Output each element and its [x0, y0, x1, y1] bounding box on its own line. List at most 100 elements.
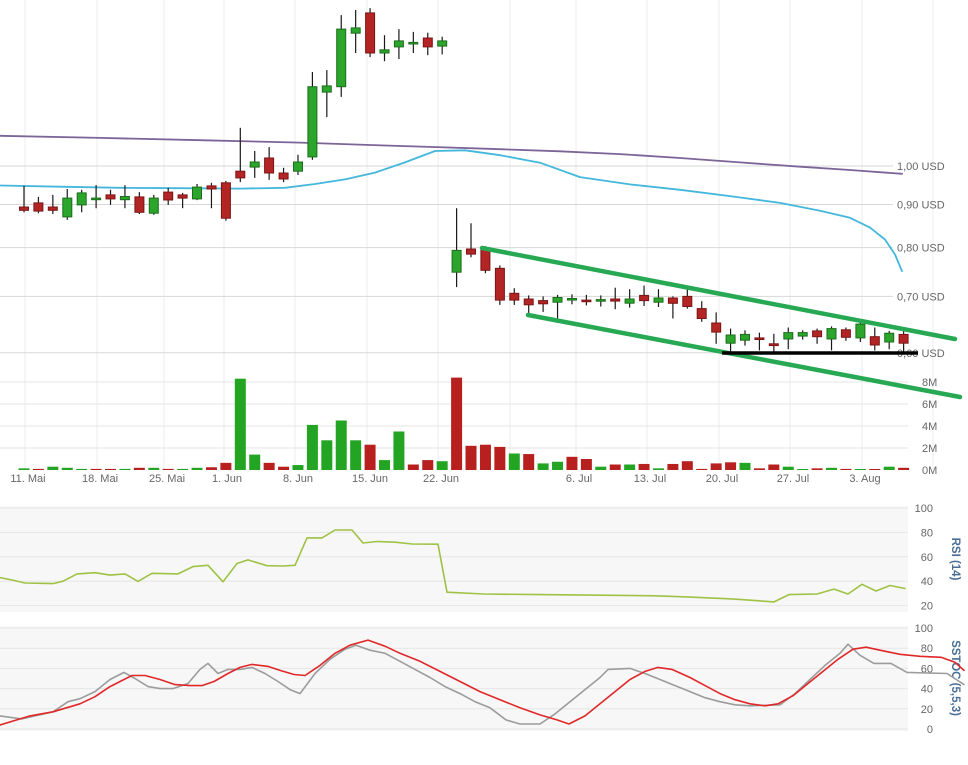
volume-bar[interactable]: [840, 469, 851, 470]
volume-bar[interactable]: [797, 469, 808, 470]
candle[interactable]: [366, 8, 375, 57]
candle-body: [250, 162, 259, 167]
volume-bar[interactable]: [725, 462, 736, 470]
candle-body: [568, 299, 577, 301]
volume-bar[interactable]: [220, 463, 231, 470]
candle-body: [683, 296, 692, 306]
candle[interactable]: [221, 181, 230, 221]
stochastic-axis-label: 100: [915, 623, 933, 635]
time-axis-label: 18. Mai: [82, 473, 118, 485]
candle-body: [438, 41, 447, 46]
volume-bar[interactable]: [177, 469, 188, 470]
volume-bar[interactable]: [884, 467, 895, 470]
volume-bar[interactable]: [639, 464, 650, 470]
volume-bar[interactable]: [119, 469, 130, 470]
volume-bar[interactable]: [869, 469, 880, 470]
candle-body: [193, 187, 202, 199]
volume-bar[interactable]: [581, 459, 592, 470]
volume-bar[interactable]: [105, 469, 116, 470]
volume-bar[interactable]: [365, 445, 376, 470]
candle[interactable]: [149, 195, 158, 215]
rsi-axis-label: 40: [921, 576, 933, 588]
volume-bar[interactable]: [163, 469, 174, 470]
volume-bar[interactable]: [523, 454, 534, 470]
stochastic-axis-label: 0: [927, 724, 933, 736]
volume-bar[interactable]: [509, 454, 520, 471]
candle-body: [322, 86, 331, 92]
candle-body: [611, 299, 620, 301]
candle-body: [337, 29, 346, 87]
candle-body: [741, 334, 750, 340]
candle-body: [380, 50, 389, 53]
candle-body: [654, 298, 663, 302]
time-axis-label: 22. Jun: [423, 473, 459, 485]
rsi-axis-label: 60: [921, 552, 933, 564]
candle-body: [539, 301, 548, 304]
time-axis-label: 15. Jun: [352, 473, 388, 485]
candle-body: [467, 249, 476, 254]
volume-bar[interactable]: [667, 464, 678, 470]
volume-bar[interactable]: [249, 455, 260, 470]
candle-body: [366, 13, 375, 53]
volume-bar[interactable]: [783, 467, 794, 470]
volume-bar[interactable]: [682, 461, 693, 470]
volume-bar[interactable]: [768, 465, 779, 471]
volume-bar[interactable]: [206, 467, 217, 470]
volume-bar[interactable]: [408, 465, 419, 471]
volume-bar[interactable]: [538, 463, 549, 470]
volume-bar[interactable]: [437, 461, 448, 470]
volume-bar[interactable]: [711, 463, 722, 470]
volume-bar[interactable]: [91, 469, 102, 470]
time-axis-label: 3. Aug: [849, 473, 880, 485]
volume-bar[interactable]: [235, 379, 246, 470]
volume-bar[interactable]: [566, 457, 577, 470]
volume-bar[interactable]: [192, 468, 203, 470]
volume-bar[interactable]: [76, 469, 87, 470]
volume-bar[interactable]: [33, 469, 44, 470]
volume-bar[interactable]: [278, 467, 289, 470]
volume-bar[interactable]: [653, 468, 664, 470]
volume-bar[interactable]: [134, 468, 145, 470]
volume-bar[interactable]: [336, 421, 347, 471]
time-axis-label: 25. Mai: [149, 473, 185, 485]
volume-axis-label: 8M: [922, 377, 937, 389]
volume-bar[interactable]: [292, 465, 303, 470]
volume-bar[interactable]: [826, 468, 837, 470]
candle-body: [294, 162, 303, 171]
volume-bar[interactable]: [393, 432, 404, 471]
volume-bar[interactable]: [466, 446, 477, 470]
candle-body: [899, 334, 908, 343]
volume-bar[interactable]: [307, 425, 318, 470]
volume-bar[interactable]: [480, 445, 491, 470]
candle-body: [279, 173, 288, 179]
volume-bar[interactable]: [148, 468, 159, 470]
volume-bar[interactable]: [812, 468, 823, 470]
candle-body: [726, 335, 735, 343]
volume-bar[interactable]: [321, 440, 332, 470]
volume-bar[interactable]: [264, 463, 275, 470]
volume-bar[interactable]: [898, 468, 909, 470]
volume-bar[interactable]: [754, 468, 765, 470]
volume-bar[interactable]: [855, 469, 866, 470]
volume-bar[interactable]: [595, 467, 606, 470]
volume-bar[interactable]: [696, 469, 707, 470]
price-axis-label: 1,00 USD: [897, 161, 945, 173]
stochastic-axis-label: 40: [921, 684, 933, 696]
candle-body: [236, 171, 245, 178]
volume-bar[interactable]: [47, 467, 58, 470]
candle-body: [755, 338, 764, 340]
candle-body: [813, 331, 822, 337]
volume-bar[interactable]: [19, 468, 30, 470]
volume-bar[interactable]: [422, 460, 433, 470]
volume-bar[interactable]: [494, 447, 505, 470]
volume-bar[interactable]: [451, 378, 462, 470]
volume-bar[interactable]: [552, 462, 563, 470]
volume-bar[interactable]: [379, 460, 390, 470]
volume-bar[interactable]: [740, 463, 751, 470]
candle[interactable]: [495, 265, 504, 305]
volume-bar[interactable]: [610, 465, 621, 471]
candle-body: [798, 333, 807, 337]
volume-bar[interactable]: [62, 468, 73, 470]
volume-bar[interactable]: [624, 465, 635, 471]
volume-bar[interactable]: [350, 440, 361, 470]
